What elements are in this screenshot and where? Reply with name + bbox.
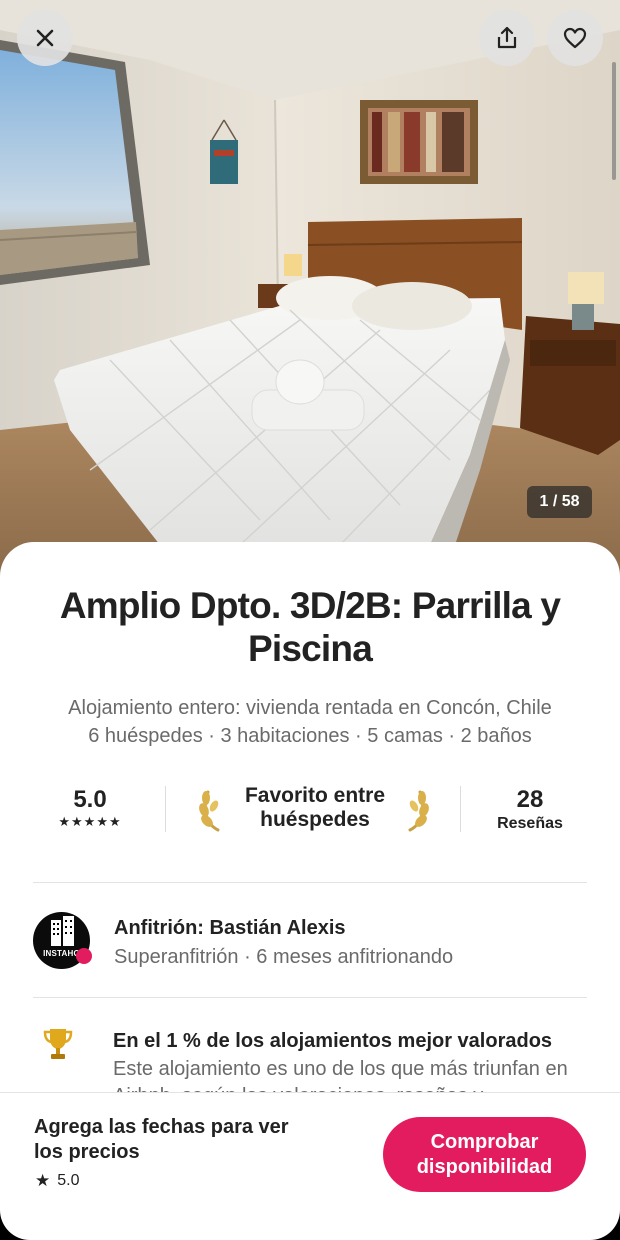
listing-details-sheet: Amplio Dpto. 3D/2B: Parrilla y Piscina A… [0, 542, 620, 1092]
guest-favorite-label: Favorito entre huéspedes [244, 784, 386, 831]
rating-stat: 5.0 ★★★★★ [34, 786, 146, 830]
reviews-stat[interactable]: 28 Reseñas [484, 786, 576, 834]
rating-stars: ★★★★★ [58, 814, 122, 829]
trophy-icon [43, 1027, 73, 1066]
listing-details: 6 huéspedes · 3 habitaciones · 5 camas ·… [88, 725, 532, 747]
check-availability-button[interactable]: Comprobar disponibilidad [383, 1117, 586, 1192]
favorite-button[interactable] [547, 10, 603, 66]
reviews-count: 28 [516, 786, 544, 813]
stats-divider [460, 786, 461, 832]
section-divider [33, 997, 587, 998]
photo-scroll-indicator [612, 62, 616, 180]
heart-icon [563, 27, 587, 49]
star-icon: ★ [35, 1171, 51, 1190]
highlight-title: En el 1 % de los alojamientos mejor valo… [113, 1030, 553, 1052]
stats-row: 5.0 ★★★★★ Favorito entre huéspedes 28 Re… [34, 778, 587, 838]
photo-counter: 1 / 58 [527, 486, 592, 518]
section-divider [33, 882, 587, 883]
stats-divider [165, 786, 166, 832]
listing-title: Amplio Dpto. 3D/2B: Parrilla y Piscina [59, 585, 561, 669]
footer-rating-value: 5.0 [57, 1172, 80, 1189]
listing-subtitle: Alojamiento entero: vivienda rentada en … [68, 697, 552, 719]
share-button[interactable] [479, 10, 535, 66]
highlight-description: Este alojamiento es uno de los que más t… [113, 1058, 568, 1092]
rating-value: 5.0 [73, 786, 107, 813]
share-icon [496, 26, 518, 50]
listing-photo[interactable]: 1 / 58 [0, 0, 620, 580]
close-icon [35, 28, 55, 48]
price-prompt[interactable]: Agrega las fechas para ver los precios [34, 1115, 304, 1165]
laurel-right-icon [402, 788, 430, 837]
close-button[interactable] [17, 10, 73, 66]
host-section[interactable]: INSTAHO Anfitrión: Bastián Alexis Supera… [33, 910, 587, 970]
host-meta: Superanfitrión · 6 meses anfitrionando [114, 946, 454, 968]
reviews-label: Reseñas [497, 815, 563, 832]
booking-footer: Agrega las fechas para ver los precios ★… [0, 1092, 620, 1240]
superhost-badge-icon [76, 948, 92, 964]
host-name: Anfitrión: Bastián Alexis [114, 917, 346, 939]
footer-rating: ★ 5.0 [35, 1171, 80, 1191]
guest-favorite-badge[interactable]: Favorito entre huéspedes [194, 784, 436, 834]
laurel-left-icon [198, 788, 226, 837]
top-rated-highlight: En el 1 % de los alojamientos mejor valo… [33, 1024, 587, 1092]
